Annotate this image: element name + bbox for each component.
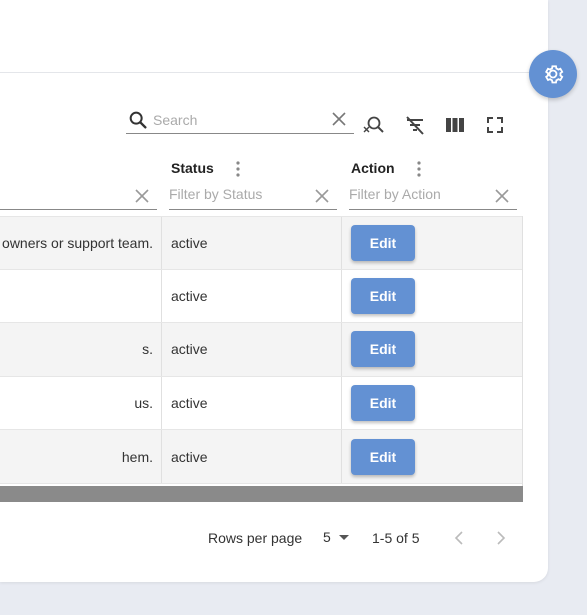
action-cell: Edit (342, 270, 523, 323)
pagination-range: 1-5 of 5 (372, 530, 420, 546)
table-row: us. active Edit (0, 376, 523, 431)
status-cell: active (162, 376, 342, 430)
status-column-menu-icon[interactable] (235, 160, 241, 178)
column-header-action[interactable]: Action (351, 160, 395, 176)
clear-description-filter-icon[interactable] (133, 187, 151, 205)
edit-button[interactable]: Edit (351, 331, 415, 368)
next-page-icon[interactable] (490, 528, 510, 548)
action-filter-input[interactable] (349, 182, 489, 202)
action-cell: Edit (342, 323, 523, 376)
action-filter[interactable] (349, 182, 517, 210)
action-cell: Edit (342, 430, 523, 483)
edit-button[interactable]: Edit (351, 385, 415, 422)
edit-button[interactable]: Edit (351, 438, 415, 475)
settings-button[interactable] (529, 50, 577, 98)
status-filter[interactable] (169, 182, 337, 210)
table-row: hem. active Edit (0, 430, 523, 484)
action-column-menu-icon[interactable] (416, 160, 422, 178)
gear-icon (545, 65, 564, 84)
status-cell: active (162, 323, 342, 376)
edit-button[interactable]: Edit (351, 224, 415, 261)
search-field[interactable] (126, 106, 354, 134)
status-filter-input[interactable] (169, 182, 309, 202)
fullscreen-icon[interactable] (483, 113, 507, 137)
filter-off-icon[interactable] (403, 113, 427, 137)
card-header (0, 0, 548, 73)
status-cell: active (162, 217, 342, 269)
action-cell: Edit (342, 217, 523, 269)
description-cell (0, 269, 162, 323)
column-header-status[interactable]: Status (171, 160, 214, 176)
columns-icon[interactable] (443, 113, 467, 137)
table-right-border (522, 216, 523, 486)
search-icon (129, 111, 147, 129)
table-row: active Edit (0, 269, 523, 324)
chevron-down-icon (338, 534, 349, 540)
previous-page-icon[interactable] (450, 528, 470, 548)
description-cell: hem. (0, 430, 162, 483)
description-cell: s. (0, 323, 162, 376)
clear-action-filter-icon[interactable] (493, 187, 511, 205)
rows-per-page-label: Rows per page (208, 530, 303, 546)
rows-per-page-select[interactable]: 5 (323, 529, 349, 545)
status-cell: active (162, 430, 342, 483)
rows-per-page-value: 5 (323, 529, 331, 545)
action-cell: Edit (342, 377, 523, 430)
clear-status-filter-icon[interactable] (313, 187, 331, 205)
table-row: s. active Edit (0, 323, 523, 377)
description-cell: owners or support team. (0, 217, 162, 269)
search-off-icon[interactable] (362, 113, 386, 137)
table-body: owners or support team. active Edit acti… (0, 216, 523, 484)
horizontal-scrollbar[interactable] (0, 486, 523, 502)
description-filter[interactable] (0, 182, 157, 210)
description-cell: us. (0, 376, 162, 430)
clear-search-icon[interactable] (330, 110, 348, 128)
edit-button[interactable]: Edit (351, 277, 415, 314)
table-row: owners or support team. active Edit (0, 216, 523, 270)
status-cell: active (162, 269, 342, 323)
search-input[interactable] (153, 111, 321, 128)
